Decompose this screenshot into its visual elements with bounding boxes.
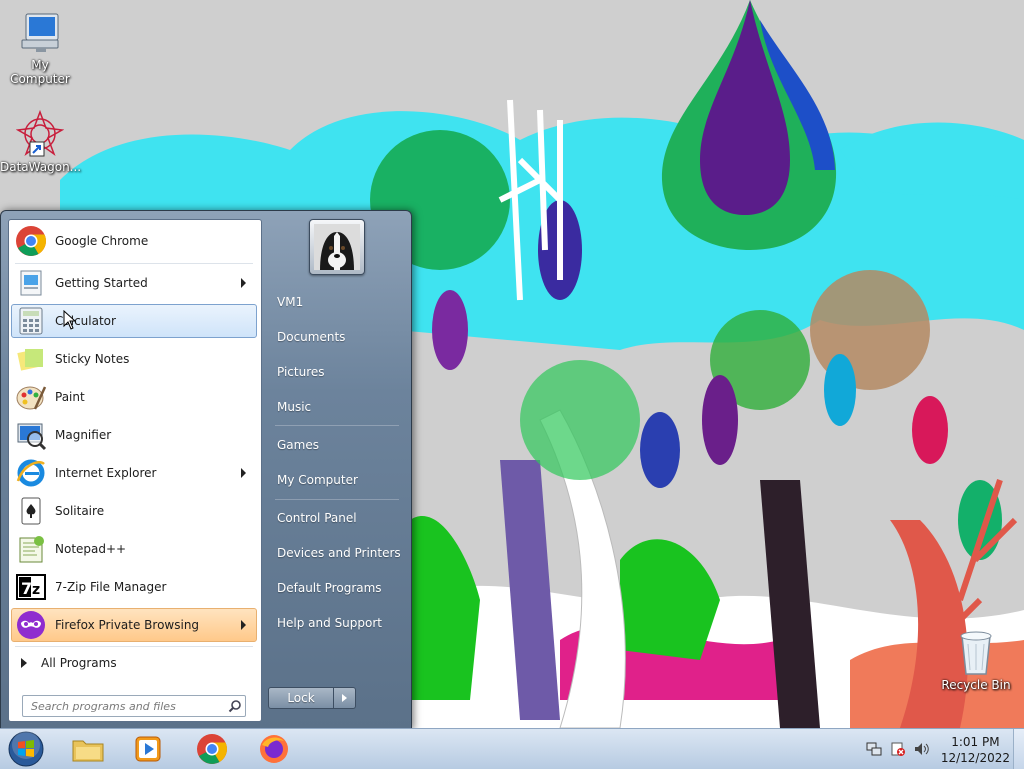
program-label: 7-Zip File Manager <box>55 580 167 594</box>
start-link-pictures[interactable]: Pictures <box>269 359 401 385</box>
divider <box>15 646 253 647</box>
taskbar-clock[interactable]: 1:01 PM 12/12/2022 <box>941 734 1010 766</box>
divider <box>275 425 399 426</box>
program-label: Getting Started <box>55 276 148 290</box>
desktop-icon-label: Recycle Bin <box>941 678 1011 692</box>
arrow-right-icon <box>342 694 347 702</box>
program-getting-started[interactable]: Getting Started <box>11 266 257 300</box>
volume-icon[interactable] <box>914 741 930 757</box>
program-label: Paint <box>55 390 85 404</box>
media-player-icon <box>135 736 161 762</box>
taskbar-media-player[interactable] <box>124 733 172 765</box>
solitaire-icon <box>21 497 41 525</box>
program-magnifier[interactable]: Magnifier <box>11 418 257 452</box>
clock-date: 12/12/2022 <box>940 751 1010 765</box>
action-center-icon[interactable] <box>890 741 906 757</box>
user-account-picture[interactable] <box>309 219 365 275</box>
program-label: Firefox Private Browsing <box>55 618 200 632</box>
firefox-icon <box>260 735 288 763</box>
mouse-cursor-icon <box>63 310 77 330</box>
folder-icon <box>72 740 104 762</box>
program-label: Internet Explorer <box>55 466 157 480</box>
clock-time: 1:01 PM <box>951 735 1000 749</box>
start-link-default-programs[interactable]: Default Programs <box>269 575 401 601</box>
taskbar-file-explorer[interactable] <box>64 733 112 765</box>
program-label: Solitaire <box>55 504 105 518</box>
start-menu: Google Chrome Getting Started Calculator <box>0 210 412 730</box>
all-programs-label: All Programs <box>41 656 117 670</box>
start-menu-programs-pane: Google Chrome Getting Started Calculator <box>8 219 262 722</box>
desktop-icon-datawagon[interactable]: DataWagon... <box>0 110 82 174</box>
taskbar-chrome[interactable] <box>188 733 236 765</box>
taskbar: 1:01 PM 12/12/2022 <box>0 728 1024 769</box>
program-label: Google Chrome <box>55 234 149 248</box>
datawagon-shortcut-icon <box>16 110 64 157</box>
paint-icon <box>16 386 47 410</box>
windows-start-orb-icon <box>8 731 44 767</box>
program-label: Sticky Notes <box>55 352 130 366</box>
internet-explorer-icon <box>16 459 45 487</box>
desktop-icon-my-computer[interactable]: My Computer <box>0 10 80 86</box>
desktop-icon-recycle-bin[interactable]: Recycle Bin <box>936 628 1016 692</box>
search-programs-box[interactable] <box>22 695 246 717</box>
all-programs-button[interactable]: All Programs <box>11 650 257 676</box>
program-sticky-notes[interactable]: Sticky Notes <box>11 342 257 376</box>
program-internet-explorer[interactable]: Internet Explorer <box>11 456 257 490</box>
svg-text:z: z <box>32 582 40 598</box>
sticky-notes-icon <box>17 349 43 371</box>
getting-started-icon <box>20 270 42 296</box>
chrome-icon <box>197 734 227 764</box>
divider <box>275 499 399 500</box>
chrome-icon <box>16 226 46 256</box>
submenu-arrow-icon <box>241 278 246 288</box>
calculator-icon <box>19 307 43 335</box>
shutdown-options-button[interactable] <box>334 687 356 709</box>
start-link-documents[interactable]: Documents <box>269 324 401 350</box>
expand-arrow-icon <box>21 658 27 668</box>
lock-button[interactable]: Lock <box>268 687 334 709</box>
shutdown-control: Lock <box>268 687 356 709</box>
network-icon[interactable] <box>866 741 882 757</box>
program-calculator[interactable]: Calculator <box>11 304 257 338</box>
notepadpp-icon <box>19 536 44 563</box>
submenu-arrow-icon <box>241 468 246 478</box>
program-paint[interactable]: Paint <box>11 380 257 414</box>
program-label: Magnifier <box>55 428 112 442</box>
computer-icon <box>21 13 59 52</box>
start-link-my-computer[interactable]: My Computer <box>269 467 401 493</box>
start-link-vm1[interactable]: VM1 <box>269 289 401 315</box>
program-label: Notepad++ <box>55 542 127 556</box>
program-firefox-private-browsing[interactable]: Firefox Private Browsing <box>11 608 257 642</box>
search-icon[interactable] <box>228 699 242 713</box>
start-button[interactable] <box>2 731 50 767</box>
program-7zip[interactable]: 7 z 7-Zip File Manager <box>11 570 257 604</box>
start-link-games[interactable]: Games <box>269 432 401 458</box>
magnifier-icon <box>17 423 47 451</box>
submenu-arrow-icon <box>241 620 246 630</box>
program-google-chrome[interactable]: Google Chrome <box>11 224 257 258</box>
firefox-private-icon <box>17 611 45 639</box>
dog-avatar-icon <box>314 224 360 270</box>
start-link-help-and-support[interactable]: Help and Support <box>269 610 401 636</box>
desktop-icon-label: My Computer <box>10 58 70 86</box>
7zip-icon: 7 z <box>16 574 46 600</box>
start-link-control-panel[interactable]: Control Panel <box>269 505 401 531</box>
divider <box>15 263 253 264</box>
svg-text:7: 7 <box>21 579 32 598</box>
start-link-devices-and-printers[interactable]: Devices and Printers <box>269 540 401 566</box>
show-desktop-button[interactable] <box>1013 729 1024 769</box>
program-notepad-plus-plus[interactable]: Notepad++ <box>11 532 257 566</box>
start-link-music[interactable]: Music <box>269 394 401 420</box>
search-input[interactable] <box>29 698 228 714</box>
desktop-icon-label: DataWagon... <box>0 160 82 174</box>
recycle-bin-icon <box>960 631 992 675</box>
program-solitaire[interactable]: Solitaire <box>11 494 257 528</box>
taskbar-firefox[interactable] <box>250 733 298 765</box>
